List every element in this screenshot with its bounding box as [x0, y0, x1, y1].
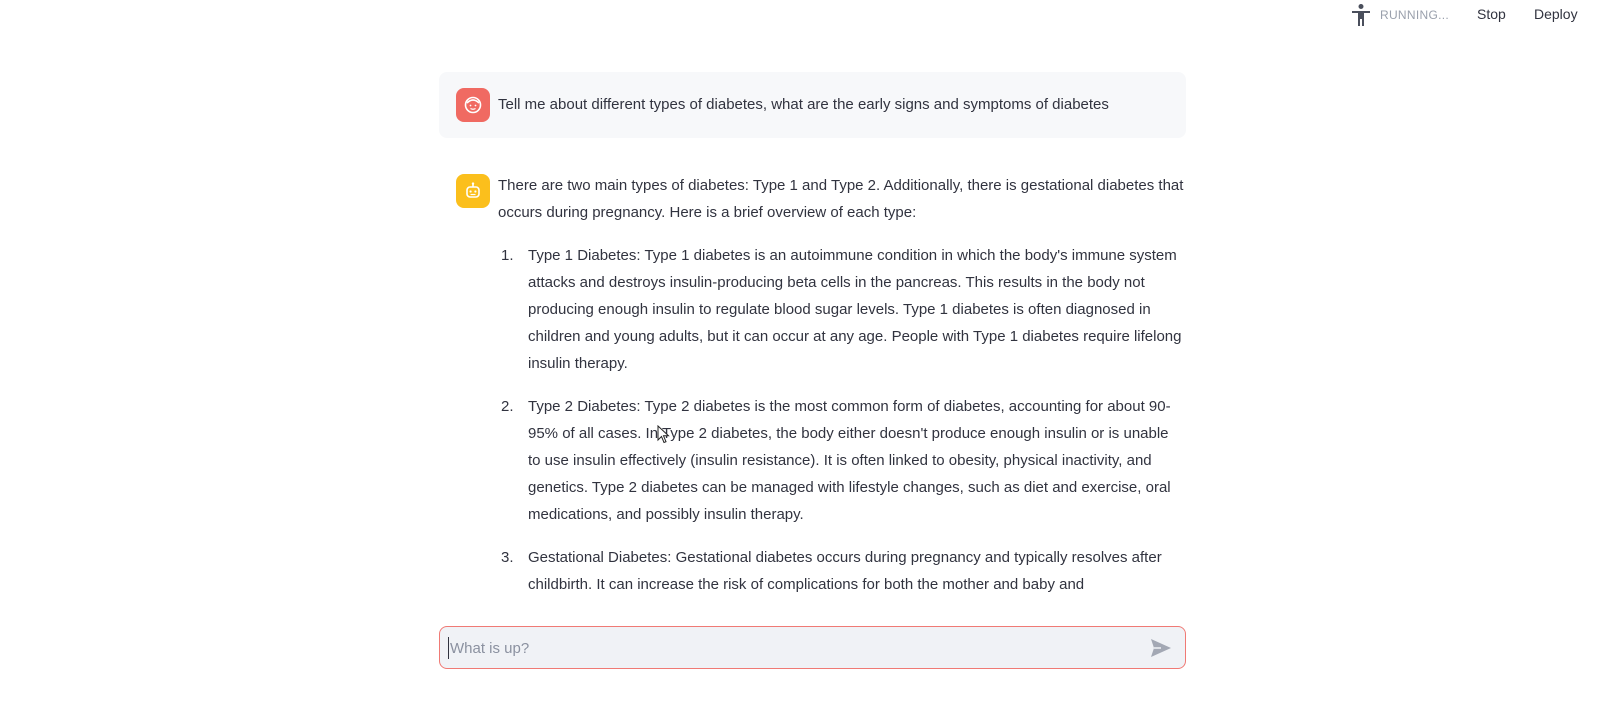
running-person-icon [1352, 4, 1370, 26]
list-item: 2. Type 2 Diabetes: Type 2 diabetes is t… [498, 393, 1184, 528]
chat-input[interactable] [448, 637, 1128, 659]
list-item-text: Type 2 Diabetes: Type 2 diabetes is the … [528, 398, 1171, 523]
send-arrow-icon [1151, 639, 1171, 657]
list-item-number: 3. [501, 549, 514, 566]
user-avatar [456, 88, 490, 122]
running-status: RUNNING... [1350, 3, 1449, 27]
chat-input-container [439, 626, 1186, 669]
list-item: 3. Gestational Diabetes: Gestational dia… [498, 544, 1184, 598]
user-face-icon [464, 96, 482, 114]
list-item: 1. Type 1 Diabetes: Type 1 diabetes is a… [498, 242, 1184, 377]
stop-button[interactable]: Stop [1477, 6, 1506, 22]
list-item-text: Gestational Diabetes: Gestational diabet… [528, 549, 1162, 593]
chat-history[interactable]: Tell me about different types of diabete… [439, 72, 1186, 600]
assistant-intro: There are two main types of diabetes: Ty… [498, 177, 1184, 221]
user-message-text: Tell me about different types of diabete… [498, 96, 1109, 113]
robot-icon [466, 182, 480, 198]
diabetes-types-list: 1. Type 1 Diabetes: Type 1 diabetes is a… [498, 242, 1184, 598]
deploy-button[interactable]: Deploy [1534, 6, 1578, 22]
assistant-avatar [456, 174, 490, 208]
list-item-text: Type 1 Diabetes: Type 1 diabetes is an a… [528, 247, 1182, 372]
top-toolbar: RUNNING... Stop Deploy [0, 0, 1600, 30]
send-button[interactable] [1149, 637, 1173, 659]
list-item-number: 2. [501, 398, 514, 415]
assistant-message: There are two main types of diabetes: Ty… [498, 172, 1184, 600]
list-item-number: 1. [501, 247, 514, 264]
user-message: Tell me about different types of diabete… [439, 72, 1186, 138]
status-text: RUNNING... [1380, 8, 1449, 22]
